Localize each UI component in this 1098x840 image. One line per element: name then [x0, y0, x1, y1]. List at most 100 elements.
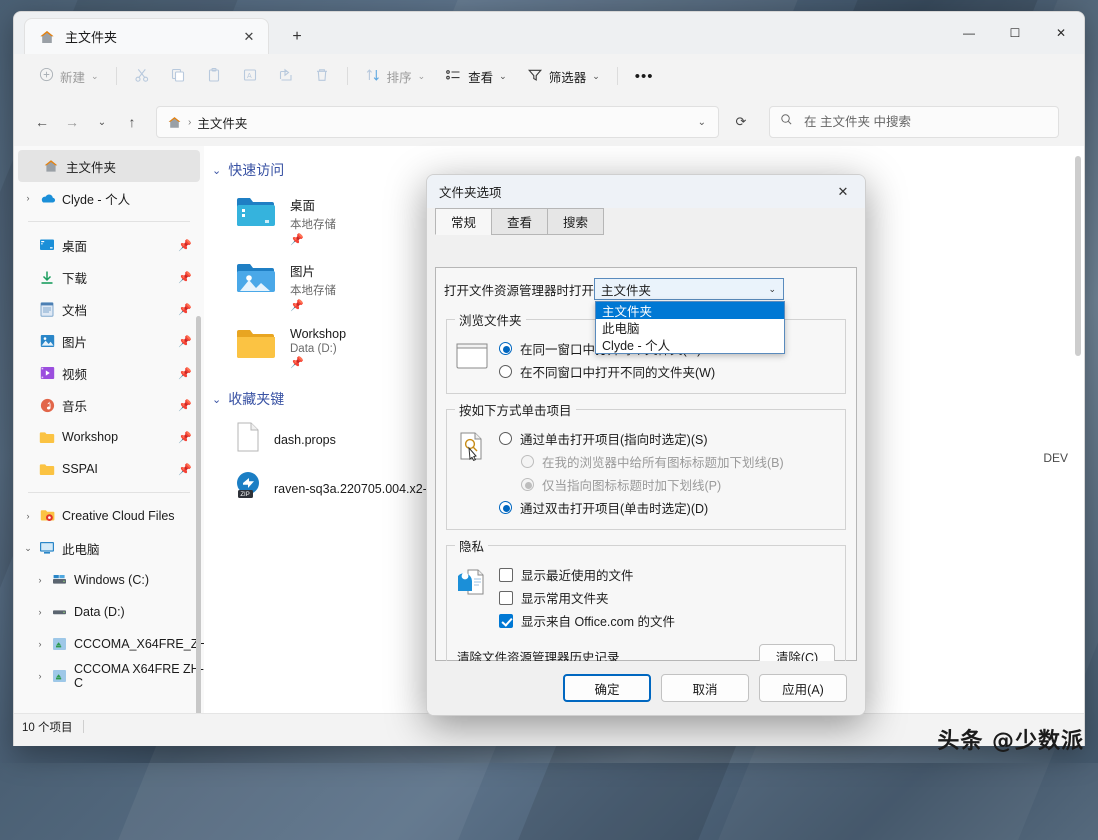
sidebar-item-windows-c[interactable]: › Windows (C:) — [14, 564, 204, 596]
chevron-down-icon[interactable]: ⌄ — [212, 393, 221, 406]
breadcrumb-current[interactable]: 主文件夹 — [197, 113, 247, 132]
pin-icon[interactable]: 📌 — [178, 303, 192, 316]
sidebar-item-desktop[interactable]: 桌面 📌 — [14, 229, 204, 261]
sidebar-item-data-d[interactable]: › Data (D:) — [14, 596, 204, 628]
search-input[interactable] — [802, 114, 1048, 130]
sidebar-item-creative-cloud[interactable]: › Creative Cloud Files — [14, 500, 204, 532]
sidebar-item-workshop[interactable]: Workshop 📌 — [14, 421, 204, 453]
filter-button[interactable]: 筛选器 ⌄ — [518, 61, 609, 91]
dialog-close-button[interactable]: ✕ — [821, 175, 865, 208]
checkbox-icon[interactable] — [499, 568, 513, 582]
pin-icon[interactable]: 📌 — [178, 239, 192, 252]
chevron-down-icon[interactable]: ⌄ — [212, 164, 221, 177]
show-office-files-checkbox-row[interactable]: 显示来自 Office.com 的文件 — [499, 609, 837, 632]
refresh-button[interactable]: ⟳ — [727, 108, 755, 136]
sidebar-item-videos[interactable]: 视频 📌 — [14, 357, 204, 389]
more-options-button[interactable]: ••• — [626, 61, 663, 91]
music-icon — [36, 398, 58, 413]
radio-icon[interactable] — [499, 432, 512, 445]
sidebar-item-cccoma-2[interactable]: › CCCOMA X64FRE ZH-C — [14, 660, 204, 692]
sort-button[interactable]: 排序 ⌄ — [356, 61, 435, 91]
minimize-button[interactable]: — — [946, 12, 992, 54]
content-scrollbar[interactable] — [1075, 156, 1081, 356]
tab-panel-general: 打开文件资源管理器时打开 主文件夹 ⌄ 主文件夹 此电脑 Clyde - 个人 … — [435, 267, 857, 661]
maximize-button[interactable]: ☐ — [992, 12, 1038, 54]
apply-button[interactable]: 应用(A) — [759, 674, 847, 702]
search-box[interactable] — [769, 106, 1059, 138]
dropdown-option-this-pc[interactable]: 此电脑 — [596, 319, 784, 336]
radio-icon[interactable] — [499, 342, 512, 355]
rename-button[interactable]: A — [233, 61, 267, 91]
radio-icon[interactable] — [499, 501, 512, 514]
tab-main-folder[interactable]: 主文件夹 ✕ — [24, 18, 269, 54]
sidebar-item-downloads[interactable]: 下载 📌 — [14, 261, 204, 293]
open-explorer-combobox[interactable]: 主文件夹 ⌄ 主文件夹 此电脑 Clyde - 个人 — [594, 278, 784, 300]
chevron-right-icon[interactable]: › — [32, 575, 48, 585]
desktop-icon — [36, 238, 58, 252]
chevron-right-icon[interactable]: › — [32, 671, 48, 681]
pin-icon[interactable]: 📌 — [178, 271, 192, 284]
pin-icon[interactable]: 📌 — [178, 399, 192, 412]
new-tab-button[interactable]: + — [286, 26, 308, 48]
sidebar-item-cccoma-1[interactable]: › CCCOMA_X64FRE_ZH- — [14, 628, 204, 660]
sidebar-item-this-pc[interactable]: ⌄ 此电脑 — [14, 532, 204, 564]
pin-icon[interactable]: 📌 — [178, 335, 192, 348]
watermark: 头条 @少数派 — [937, 723, 1084, 755]
chevron-right-icon[interactable]: › — [32, 639, 48, 649]
address-bar[interactable]: › 主文件夹 ⌄ — [156, 106, 719, 138]
delete-button[interactable] — [305, 61, 339, 91]
sidebar-item-documents[interactable]: 文档 📌 — [14, 293, 204, 325]
show-frequent-folders-checkbox-row[interactable]: 显示常用文件夹 — [499, 586, 837, 609]
chevron-down-icon[interactable]: ⌄ — [20, 543, 36, 554]
chevron-down-icon: ⌄ — [592, 71, 600, 82]
close-button[interactable]: ✕ — [1038, 12, 1084, 54]
forward-button[interactable]: → — [58, 108, 86, 136]
single-click-option[interactable]: 通过单击打开项目(指向时选定)(S) — [499, 427, 837, 450]
sidebar-scrollbar[interactable] — [196, 316, 201, 713]
item-subtitle: Data (D:) — [290, 343, 346, 355]
chevron-down-icon[interactable]: ⌄ — [768, 284, 776, 295]
show-recent-files-checkbox-row[interactable]: 显示最近使用的文件 — [499, 563, 837, 586]
share-button[interactable] — [269, 61, 303, 91]
cut-button[interactable] — [125, 61, 159, 91]
copy-button[interactable] — [161, 61, 195, 91]
paste-button[interactable] — [197, 61, 231, 91]
pin-icon[interactable]: 📌 — [178, 431, 192, 444]
tab-close-icon[interactable]: ✕ — [240, 28, 258, 46]
sidebar-item-pictures[interactable]: 图片 📌 — [14, 325, 204, 357]
privacy-legend: 隐私 — [455, 536, 488, 555]
chevron-down-icon[interactable]: ⌄ — [698, 117, 712, 128]
cancel-button[interactable]: 取消 — [661, 674, 749, 702]
sidebar-item-home[interactable]: 主文件夹 — [18, 150, 200, 182]
back-button[interactable]: ← — [28, 108, 56, 136]
up-button[interactable]: ↑ — [118, 108, 146, 136]
item-name: dash.props — [274, 433, 336, 447]
view-button[interactable]: 查看 ⌄ — [436, 61, 516, 91]
recent-locations-button[interactable]: ⌄ — [88, 108, 116, 136]
dropdown-option-home[interactable]: 主文件夹 — [596, 302, 784, 319]
option-label: 通过双击打开项目(单击时选定)(D) — [520, 498, 708, 517]
browse-folders-legend: 浏览文件夹 — [455, 310, 526, 329]
pin-icon[interactable]: 📌 — [178, 463, 192, 476]
sidebar-item-onedrive[interactable]: › Clyde - 个人 — [14, 182, 204, 214]
tab-view[interactable]: 查看 — [491, 208, 548, 235]
sidebar-item-music[interactable]: 音乐 📌 — [14, 389, 204, 421]
underline-all-option: 在我的浏览器中给所有图标标题加下划线(B) — [499, 450, 837, 473]
checkbox-icon[interactable] — [499, 591, 513, 605]
dropdown-option-onedrive[interactable]: Clyde - 个人 — [596, 336, 784, 353]
browse-different-window-option[interactable]: 在不同窗口中打开不同的文件夹(W) — [499, 360, 837, 383]
drive-icon — [48, 574, 70, 586]
tab-search[interactable]: 搜索 — [547, 208, 604, 235]
checkbox-icon[interactable] — [499, 614, 513, 628]
radio-icon[interactable] — [499, 365, 512, 378]
tab-general[interactable]: 常规 — [435, 208, 492, 235]
sidebar-item-sspai[interactable]: SSPAI 📌 — [14, 453, 204, 485]
ok-button[interactable]: 确定 — [563, 674, 651, 702]
chevron-right-icon[interactable]: › — [32, 607, 48, 617]
pin-icon[interactable]: 📌 — [178, 367, 192, 380]
chevron-right-icon[interactable]: › — [20, 511, 36, 521]
double-click-option[interactable]: 通过双击打开项目(单击时选定)(D) — [499, 496, 837, 519]
chevron-right-icon[interactable]: › — [20, 193, 36, 203]
zip-icon: ZIP — [234, 470, 262, 507]
new-button[interactable]: 新建 ⌄ — [30, 61, 108, 91]
